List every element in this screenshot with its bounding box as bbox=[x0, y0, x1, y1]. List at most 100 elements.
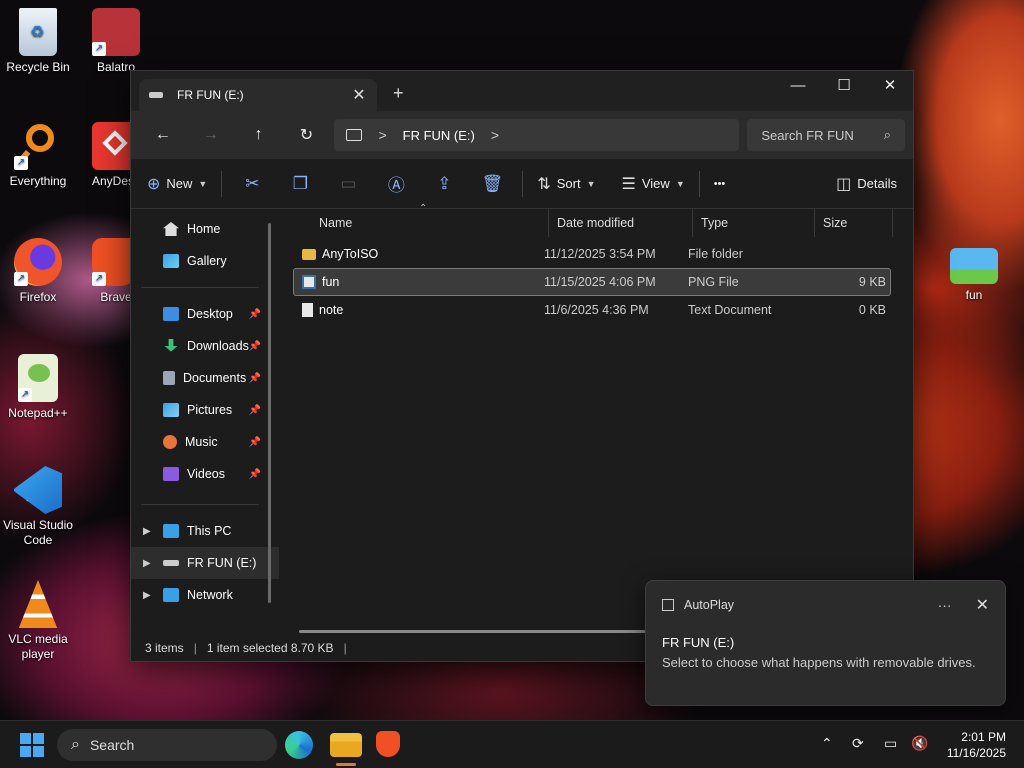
desktop-icon-everything[interactable]: ↗ Everything bbox=[0, 122, 76, 189]
breadcrumb-drive[interactable]: FR FUN (E:) bbox=[403, 128, 475, 143]
edge-icon[interactable] bbox=[285, 731, 313, 759]
column-type[interactable]: Type bbox=[693, 209, 815, 237]
new-button[interactable]: ⊕ New ▼ bbox=[139, 168, 215, 200]
documents-icon bbox=[163, 371, 175, 385]
file-explorer-icon[interactable] bbox=[330, 733, 362, 757]
volume-muted-icon[interactable]: 🔇 bbox=[911, 735, 928, 752]
notification-message: Select to choose what happens with remov… bbox=[662, 655, 976, 670]
paste-icon[interactable]: ▭ bbox=[324, 174, 372, 194]
sidebar-item-home[interactable]: Home bbox=[131, 213, 279, 245]
share-icon[interactable]: ⇪ bbox=[420, 174, 468, 194]
new-tab-button[interactable]: + bbox=[393, 83, 404, 104]
details-label: Details bbox=[857, 176, 897, 191]
view-button[interactable]: ☰ View ▼ bbox=[614, 168, 693, 200]
delete-icon[interactable]: 🗑 bbox=[468, 174, 516, 194]
desktop-icon-balatro[interactable]: ↗ Balatro bbox=[78, 8, 154, 75]
address-bar[interactable]: > FR FUN (E:) > bbox=[334, 119, 740, 151]
column-name[interactable]: Name bbox=[279, 209, 549, 237]
maximize-button[interactable]: ☐ bbox=[821, 71, 867, 103]
details-pane-button[interactable]: ◫ Details bbox=[828, 168, 905, 200]
up-button[interactable]: ↑ bbox=[235, 126, 283, 144]
desktop-folder-icon bbox=[163, 307, 179, 321]
notification-more-button[interactable]: ··· bbox=[938, 597, 952, 613]
show-hidden-icons-chevron-icon[interactable]: ⌃ bbox=[821, 735, 833, 752]
column-size[interactable]: Size bbox=[815, 209, 893, 237]
desktop-icon-label: Visual Studio Code bbox=[3, 518, 73, 547]
expand-chevron-icon[interactable]: ▶ bbox=[143, 558, 151, 569]
search-placeholder: Search FR FUN bbox=[761, 127, 854, 143]
autoplay-notification[interactable]: AutoPlay ··· ✕ FR FUN (E:) Select to cho… bbox=[645, 580, 1006, 706]
table-row[interactable]: note 11/6/2025 4:36 PM Text Document 0 K… bbox=[293, 296, 891, 324]
sidebar-item-fr-fun-drive[interactable]: ▶ FR FUN (E:) bbox=[131, 547, 279, 579]
shortcut-arrow-icon: ↗ bbox=[14, 272, 28, 286]
title-bar: FR FUN (E:) ✕ + — ☐ ✕ bbox=[131, 71, 913, 111]
png-file-icon bbox=[302, 275, 316, 289]
desktop-icon-fun[interactable]: fun bbox=[936, 248, 1012, 303]
sidebar-item-label: Documents bbox=[183, 371, 247, 385]
close-tab-icon[interactable]: ✕ bbox=[351, 85, 367, 105]
pin-icon[interactable]: 📌 bbox=[249, 309, 261, 320]
brave-icon[interactable] bbox=[376, 731, 400, 757]
search-box[interactable]: Search FR FUN ⌕ bbox=[747, 119, 905, 151]
balatro-icon: ↗ bbox=[92, 8, 140, 56]
tab-fr-fun[interactable]: FR FUN (E:) ✕ bbox=[139, 79, 377, 111]
desktop-icon-label: Notepad++ bbox=[8, 406, 68, 420]
pin-icon[interactable]: 📌 bbox=[249, 469, 261, 480]
sidebar-item-desktop[interactable]: Desktop 📌 bbox=[131, 298, 279, 330]
sidebar-item-downloads[interactable]: Downloads 📌 bbox=[131, 330, 279, 362]
desktop-icon-firefox[interactable]: ↗ Firefox bbox=[0, 238, 76, 305]
sidebar-item-pictures[interactable]: Pictures 📌 bbox=[131, 394, 279, 426]
desktop-icon-recycle-bin[interactable]: ♻ Recycle Bin bbox=[0, 8, 76, 75]
clock-time: 2:01 PM bbox=[961, 730, 1006, 744]
sync-icon[interactable]: ⟳ bbox=[852, 735, 864, 752]
cut-icon[interactable]: ✂ bbox=[228, 174, 276, 194]
table-row[interactable]: fun 11/15/2025 4:06 PM PNG File 9 KB bbox=[293, 268, 891, 296]
toolbar-divider bbox=[698, 170, 700, 197]
refresh-button[interactable]: ↻ bbox=[283, 125, 331, 145]
forward-button[interactable]: → bbox=[187, 126, 235, 144]
chevron-down-icon: ▼ bbox=[198, 178, 208, 189]
windows-logo-tile bbox=[20, 746, 31, 757]
desktop-icon-vlc[interactable]: VLC media player bbox=[0, 580, 76, 662]
active-app-indicator bbox=[336, 763, 356, 766]
desktop-icon-vscode[interactable]: ↗ Visual Studio Code bbox=[0, 466, 76, 548]
firefox-icon: ↗ bbox=[14, 238, 62, 286]
pin-icon[interactable]: 📌 bbox=[249, 341, 261, 352]
rename-icon[interactable]: Ⓐ bbox=[372, 171, 420, 196]
sidebar-item-network[interactable]: ▶ Network bbox=[131, 579, 279, 611]
sidebar-item-this-pc[interactable]: ▶ This PC bbox=[131, 515, 279, 547]
column-date-modified[interactable]: Date modified bbox=[549, 209, 693, 237]
selection-info: 1 item selected 8.70 KB bbox=[206, 641, 334, 655]
network-display-icon[interactable]: ▭ bbox=[884, 735, 897, 752]
table-row[interactable]: AnyToISO 11/12/2025 3:54 PM File folder bbox=[293, 240, 891, 268]
expand-chevron-icon[interactable]: ▶ bbox=[143, 590, 151, 601]
minimize-button[interactable]: — bbox=[775, 71, 821, 103]
close-button[interactable]: ✕ bbox=[867, 71, 913, 103]
status-separator: | bbox=[193, 641, 197, 655]
file-list: ⌃ Name Date modified Type Size AnyToISO … bbox=[279, 203, 913, 635]
sidebar-item-label: Videos bbox=[187, 467, 225, 481]
expand-chevron-icon[interactable]: ▶ bbox=[143, 526, 151, 537]
sidebar-item-documents[interactable]: Documents 📌 bbox=[131, 362, 279, 394]
nav-scrollbar[interactable] bbox=[268, 223, 271, 603]
sidebar-item-gallery[interactable]: Gallery bbox=[131, 245, 279, 277]
breadcrumb-chevron-icon[interactable]: > bbox=[491, 127, 499, 143]
pin-icon[interactable]: 📌 bbox=[249, 373, 261, 384]
notification-close-button[interactable]: ✕ bbox=[976, 595, 989, 615]
sort-button[interactable]: ⇅ Sort ▼ bbox=[529, 168, 603, 200]
more-options-button[interactable]: ••• bbox=[706, 168, 734, 200]
clock[interactable]: 2:01 PM 11/16/2025 bbox=[947, 729, 1006, 761]
sidebar-item-videos[interactable]: Videos 📌 bbox=[131, 458, 279, 490]
taskbar-search[interactable]: ⌕ Search bbox=[57, 729, 277, 761]
breadcrumb-chevron-icon[interactable]: > bbox=[378, 127, 386, 143]
back-button[interactable]: ← bbox=[139, 126, 187, 144]
pin-icon[interactable]: 📌 bbox=[249, 437, 261, 448]
copy-icon[interactable]: ❐ bbox=[276, 174, 324, 194]
file-explorer-window: FR FUN (E:) ✕ + — ☐ ✕ ← → ↑ ↻ > FR FUN (… bbox=[130, 70, 914, 662]
chevron-down-icon: ▼ bbox=[586, 178, 596, 189]
desktop-icon-notepadpp[interactable]: ↗ Notepad++ bbox=[0, 354, 76, 421]
sidebar-item-music[interactable]: Music 📌 bbox=[131, 426, 279, 458]
pin-icon[interactable]: 📌 bbox=[249, 405, 261, 416]
start-button[interactable] bbox=[20, 733, 44, 757]
horizontal-scrollbar[interactable] bbox=[299, 630, 659, 633]
